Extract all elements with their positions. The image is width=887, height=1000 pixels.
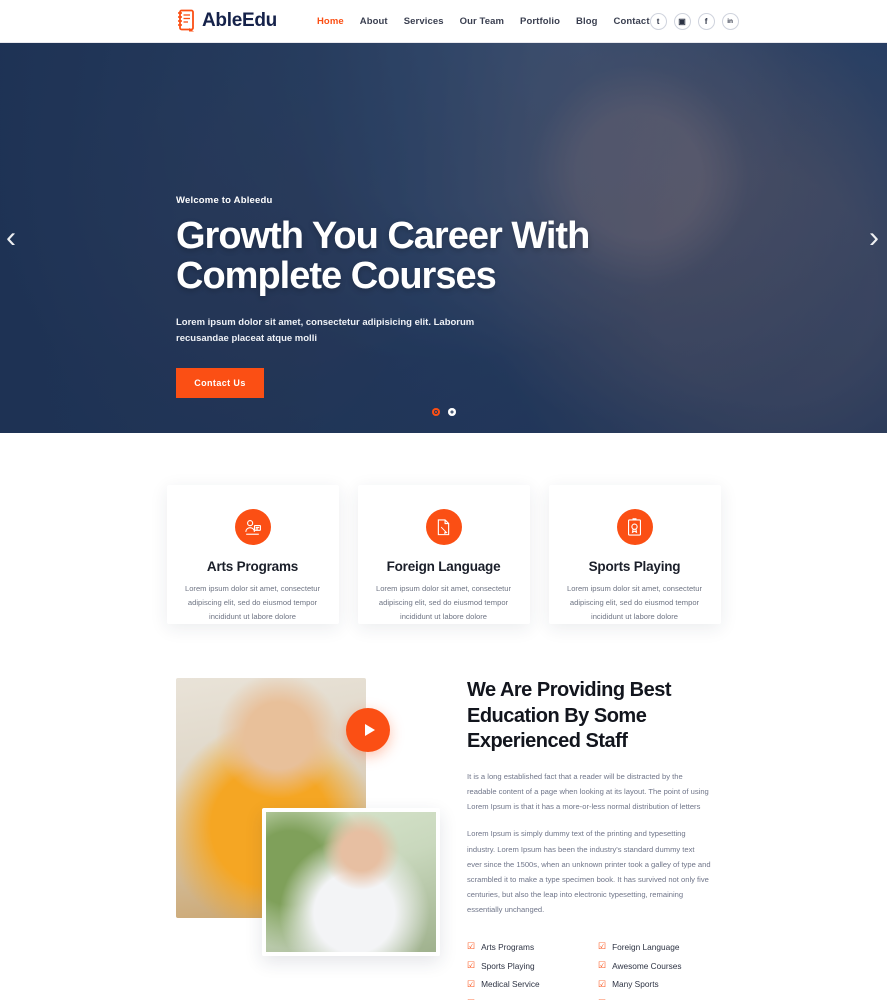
feature-label: Sports Playing: [481, 960, 535, 971]
brand-name: AbleEdu: [202, 10, 277, 31]
nav-item-portfolio[interactable]: Portfolio: [520, 16, 560, 27]
page-root: AbleEdu Home About Services Our Team Por…: [0, 0, 887, 1000]
hero-subtitle: Lorem ipsum dolor sit amet, consectetur …: [176, 316, 475, 345]
social-links: t ▣ f in: [649, 12, 739, 30]
twitter-icon[interactable]: t: [649, 12, 667, 30]
nav-item-home[interactable]: Home: [317, 16, 344, 27]
feature-item: ☑Online Courses: [467, 994, 580, 1000]
nav-item-contact[interactable]: Contact: [614, 16, 650, 27]
about-section: We Are Providing Best Education By Some …: [0, 624, 887, 1000]
feature-item: ☑ Medical Service: [467, 975, 580, 994]
nav-item-about[interactable]: About: [360, 16, 388, 27]
contact-us-button[interactable]: Contact Us: [176, 367, 264, 398]
about-media: [176, 678, 441, 1000]
feature-label: Arts Programs: [481, 941, 535, 952]
feature-label: Many Sports: [612, 979, 659, 990]
hero-title-line-1: Growth You Career With: [176, 215, 590, 257]
check-icon: ☑: [467, 941, 476, 952]
student-with-laptop-photo: [262, 808, 440, 956]
hero-slider: Welcome to Ableedu Growth You Career Wit…: [0, 43, 887, 433]
feature-label: Awesome Courses: [612, 960, 682, 971]
feature-item: ☑ Awesome Courses: [598, 956, 711, 975]
check-icon: ☑: [598, 978, 607, 989]
about-paragraph-2: Lorem Ipsum is simply dummy text of the …: [467, 829, 711, 915]
nav-item-blog[interactable]: Blog: [576, 16, 598, 27]
hero-eyebrow: Welcome to Ableedu: [176, 195, 273, 206]
check-icon: ☑: [598, 960, 607, 971]
play-video-button[interactable]: [346, 708, 390, 752]
feature-cards: Arts Programs Lorem ipsum dolor sit amet…: [0, 433, 887, 624]
about-title-line-1: We Are Providing Best: [467, 679, 672, 701]
feature-card-foreign-language[interactable]: Foreign Language Lorem ipsum dolor sit a…: [357, 485, 530, 624]
feature-card-sports-playing[interactable]: Sports Playing Lorem ipsum dolor sit ame…: [548, 485, 721, 624]
check-icon: ☑: [467, 960, 476, 971]
about-paragraph-1: It is a long established fact that a rea…: [467, 771, 709, 812]
about-feature-list: ☑ Arts Programs ☑ Foreign Language ☑ Sports…: [467, 937, 711, 1000]
feature-card-text: Lorem ipsum dolor sit amet, consectetur …: [566, 584, 703, 622]
play-icon: [364, 724, 375, 736]
feature-item: ☑Transportation: [598, 994, 711, 1000]
linkedin-icon[interactable]: in: [721, 12, 739, 30]
slider-dots: [431, 408, 456, 416]
check-icon: ☑: [467, 978, 476, 989]
notebook-icon: [176, 9, 196, 33]
main-nav: Home About Services Our Team Portfolio B…: [317, 16, 650, 27]
instagram-icon[interactable]: ▣: [673, 12, 691, 30]
about-title-line-3: Experienced Staff: [467, 730, 628, 753]
feature-card-arts-programs[interactable]: Arts Programs Lorem ipsum dolor sit amet…: [166, 485, 339, 624]
feature-item: ☑ Arts Programs: [467, 937, 580, 956]
facebook-icon[interactable]: f: [697, 12, 715, 30]
feature-card-title: Sports Playing: [588, 559, 681, 574]
about-body: We Are Providing Best Education By Some …: [441, 678, 711, 1000]
hero-title-line-2: Complete Courses: [176, 255, 497, 298]
hero-title: Growth You Career With Complete Courses: [176, 216, 636, 297]
feature-item: ☑ Sports Playing: [467, 956, 580, 975]
about-title: We Are Providing Best Education By Some …: [467, 678, 711, 755]
about-title-line-2: Education By Some: [467, 704, 647, 727]
certificate-award-icon: [616, 509, 653, 545]
slider-prev-arrow[interactable]: ‹: [6, 223, 16, 253]
feature-card-text: Lorem ipsum dolor sit amet, consectetur …: [184, 584, 321, 622]
site-header: AbleEdu Home About Services Our Team Por…: [0, 0, 887, 43]
feature-item: ☑ Many Sports: [598, 975, 711, 994]
slider-dot-1[interactable]: [431, 408, 440, 416]
check-icon: ☑: [598, 941, 607, 952]
slider-dot-2[interactable]: [447, 408, 456, 416]
student-presentation-icon: [234, 509, 271, 545]
hero-content: Welcome to Ableedu Growth You Career Wit…: [176, 195, 636, 398]
feature-item: ☑ Foreign Language: [598, 937, 711, 956]
feature-label: Foreign Language: [612, 941, 680, 952]
feature-card-text: Lorem ipsum dolor sit amet, consectetur …: [375, 584, 512, 622]
document-pen-icon: [425, 509, 462, 545]
nav-item-our-team[interactable]: Our Team: [460, 16, 504, 27]
slider-next-arrow[interactable]: ›: [869, 223, 879, 253]
brand-logo[interactable]: AbleEdu: [176, 9, 277, 33]
feature-label: Medical Service: [481, 979, 540, 990]
feature-card-title: Arts Programs: [206, 559, 299, 574]
feature-card-title: Foreign Language: [386, 559, 501, 574]
nav-item-services[interactable]: Services: [404, 16, 444, 27]
